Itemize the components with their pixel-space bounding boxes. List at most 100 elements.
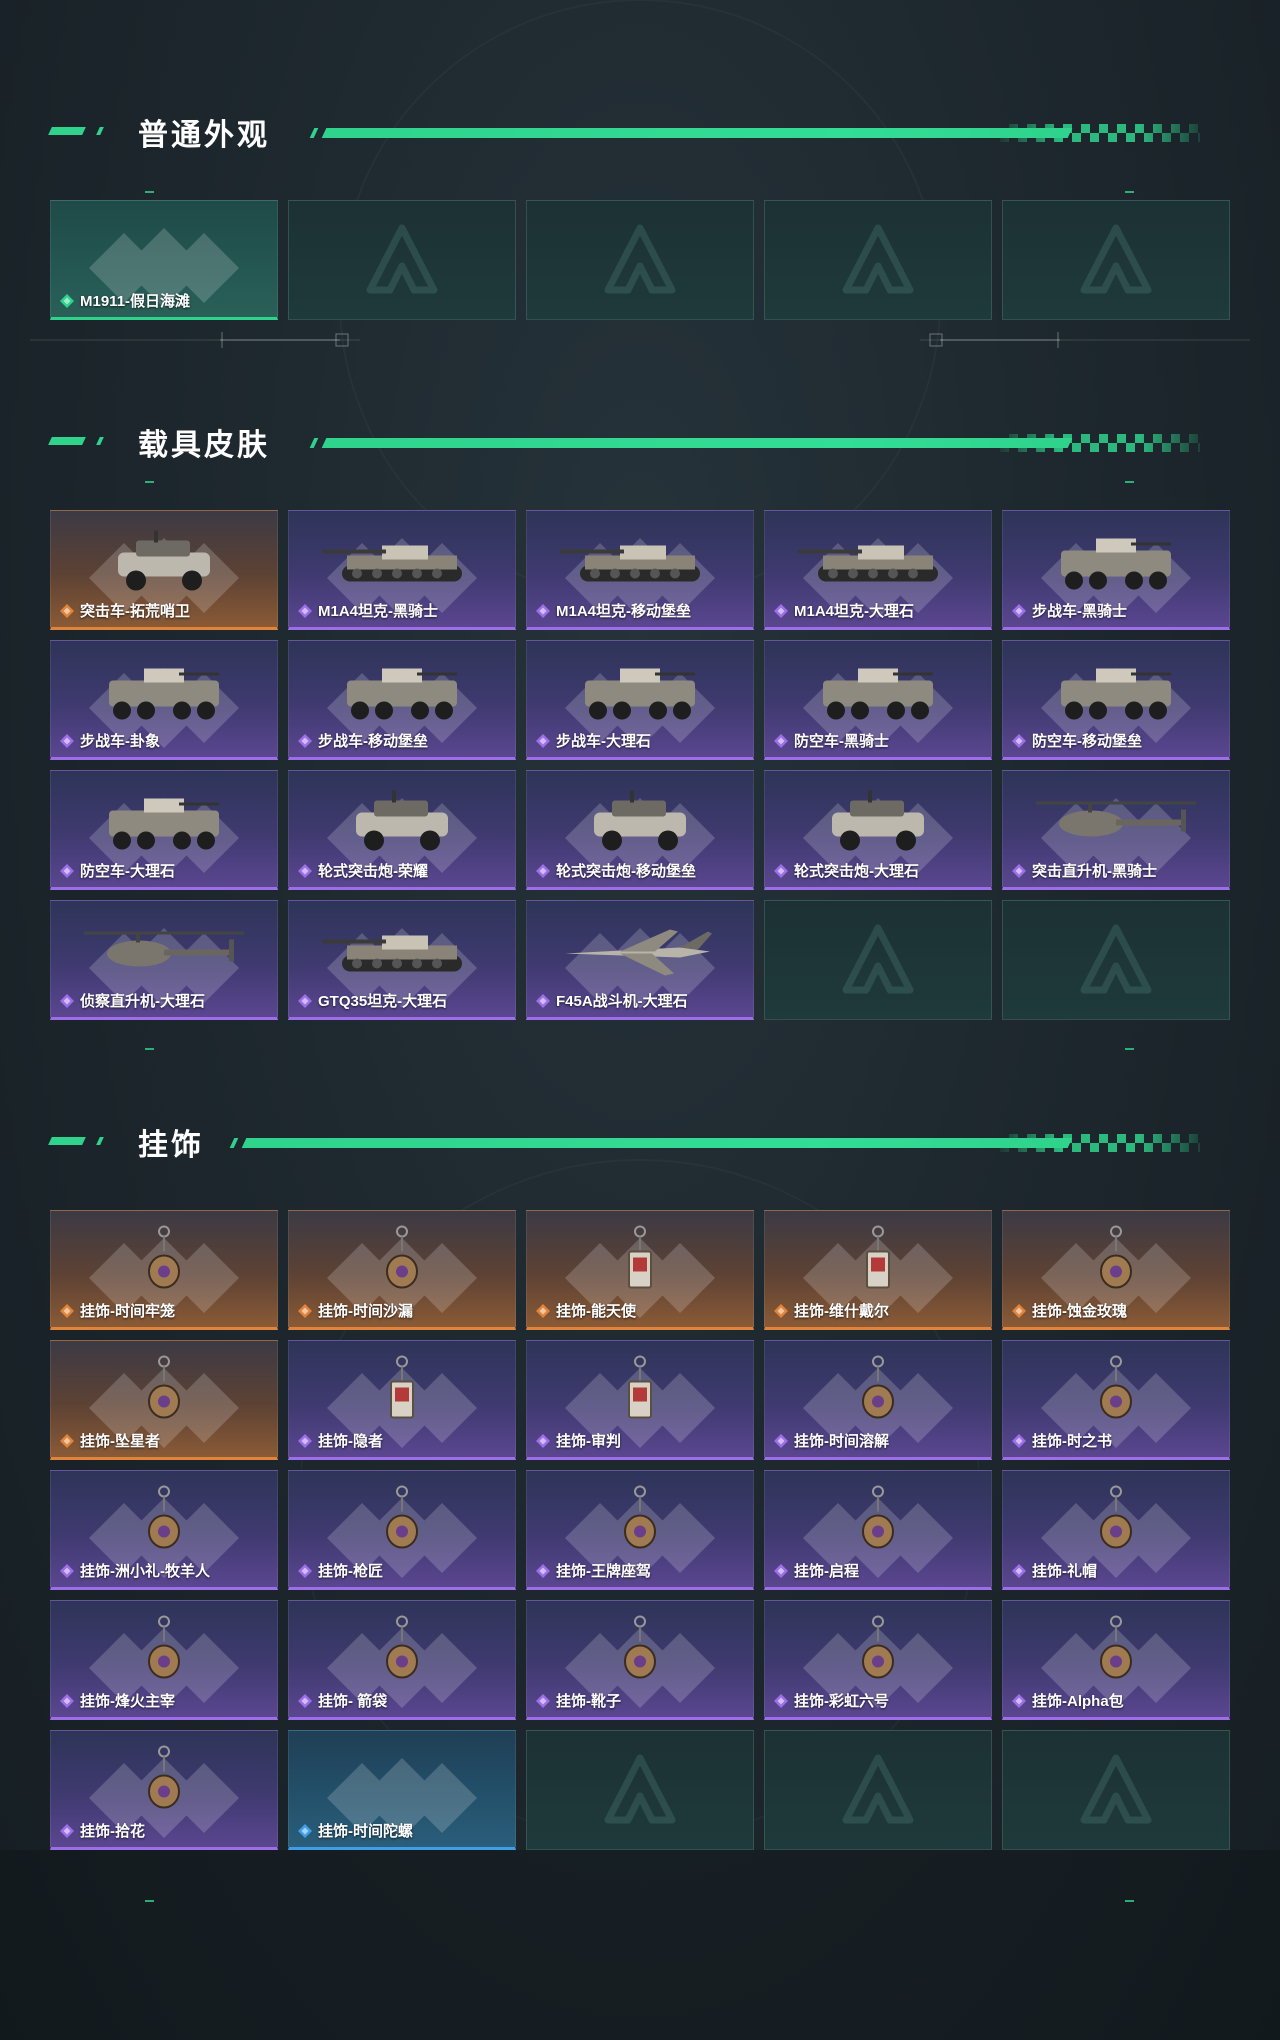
item-card[interactable]: F45A战斗机-大理石 [526,900,754,1020]
item-name: 防空车-黑骑士 [794,733,889,750]
header-checker-pattern [1000,434,1200,452]
item-card[interactable]: M1A4坦克-大理石 [764,510,992,630]
item-card[interactable]: 挂饰-时间溶解 [764,1340,992,1460]
item-label-row: 挂饰-烽火主宰 [59,1690,175,1711]
item-image [798,532,958,597]
item-card[interactable]: 挂饰-时之书 [1002,1340,1230,1460]
item-card[interactable]: 挂饰-枪匠 [288,1470,516,1590]
rarity-icon [298,733,312,748]
item-name: 步战车-黑骑士 [1032,603,1127,620]
deco-dash [145,191,154,193]
item-card[interactable]: 挂饰-审判 [526,1340,754,1460]
rarity-icon [774,1303,788,1318]
item-card[interactable]: GTQ35坦克-大理石 [288,900,516,1020]
placeholder-logo-icon [842,224,914,294]
deco-dash [1125,191,1134,193]
item-card[interactable]: 挂饰-洲小礼-牧羊人 [50,1470,278,1590]
item-label-row: 挂饰-时间牢笼 [59,1300,175,1321]
rarity-icon [1012,1693,1026,1708]
item-card[interactable]: 挂饰- 箭袋 [288,1600,516,1720]
item-card[interactable]: 挂饰-礼帽 [1002,1470,1230,1590]
item-image [94,657,234,732]
item-image [1046,657,1186,732]
item-card[interactable]: 轮式突击炮-大理石 [764,770,992,890]
item-label-row: F45A战斗机-大理石 [535,990,688,1011]
item-card[interactable]: 侦察直升机-大理石 [50,900,278,1020]
rarity-icon [1012,1563,1026,1578]
item-image [609,1224,671,1305]
item-label-row: 挂饰-礼帽 [1011,1560,1097,1581]
item-name: 挂饰-坠星者 [80,1433,160,1450]
item-card[interactable]: 挂饰-王牌座驾 [526,1470,754,1590]
rarity-icon [536,603,550,618]
header-checker-pattern [1000,1134,1200,1152]
item-name: 挂饰-隐者 [318,1433,383,1450]
header-bar [321,438,1073,448]
header-bar [241,1138,1073,1148]
item-card[interactable]: 挂饰-能天使 [526,1210,754,1330]
item-card[interactable]: 突击直升机-黑骑士 [1002,770,1230,890]
item-label-row: M1911-假日海滩 [59,290,190,311]
item-card[interactable]: M1A4坦克-移动堡垒 [526,510,754,630]
rarity-icon [536,993,550,1008]
item-name: M1A4坦克-大理石 [794,603,915,620]
item-name: 挂饰-时间溶解 [794,1433,889,1450]
item-card[interactable]: 挂饰-Alpha包 [1002,1600,1230,1720]
rarity-icon [298,1433,312,1448]
item-card[interactable]: 步战车-卦象 [50,640,278,760]
item-card[interactable]: 步战车-黑骑士 [1002,510,1230,630]
header-accent [309,128,319,138]
item-card[interactable]: 挂饰-彩虹六号 [764,1600,992,1720]
header-accent [96,1137,104,1145]
item-card[interactable]: 防空车-大理石 [50,770,278,890]
item-card[interactable]: 挂饰-蚀金玫瑰 [1002,1210,1230,1330]
item-card[interactable]: 防空车-移动堡垒 [1002,640,1230,760]
item-image [371,1484,433,1565]
item-label-row: 防空车-移动堡垒 [1011,730,1142,751]
rarity-icon [536,863,550,878]
empty-item-slot [764,200,992,320]
item-card[interactable]: 挂饰-隐者 [288,1340,516,1460]
item-card[interactable]: 挂饰-坠星者 [50,1340,278,1460]
header-accent [48,1137,86,1145]
header-bar [321,128,1073,138]
item-card[interactable]: 挂饰-靴子 [526,1600,754,1720]
item-label-row: 挂饰-维什戴尔 [773,1300,889,1321]
item-card[interactable]: M1911-假日海滩 [50,200,278,320]
item-image [342,787,462,862]
item-name: 挂饰-枪匠 [318,1563,383,1580]
item-card[interactable]: 挂饰-时间沙漏 [288,1210,516,1330]
item-card[interactable]: 挂饰-启程 [764,1470,992,1590]
item-image [133,1744,195,1825]
placeholder-logo-icon [604,1754,676,1824]
placeholder-logo-icon [604,224,676,294]
item-name: 挂饰-时间牢笼 [80,1303,175,1320]
rarity-icon [536,1433,550,1448]
item-card[interactable]: M1A4坦克-黑骑士 [288,510,516,630]
item-name: 挂饰-拾花 [80,1823,145,1840]
item-name: 轮式突击炮-大理石 [794,863,919,880]
item-card[interactable]: 挂饰-时间陀螺 [288,1730,516,1850]
empty-item-slot [526,1730,754,1850]
item-image [104,527,224,602]
item-name: 挂饰-礼帽 [1032,1563,1097,1580]
item-card[interactable]: 轮式突击炮-移动堡垒 [526,770,754,890]
item-card[interactable]: 轮式突击炮-荣耀 [288,770,516,890]
item-label-row: 突击直升机-黑骑士 [1011,860,1157,881]
item-card[interactable]: 防空车-黑骑士 [764,640,992,760]
item-card[interactable]: 挂饰-时间牢笼 [50,1210,278,1330]
item-card[interactable]: 挂饰-维什戴尔 [764,1210,992,1330]
item-card[interactable]: 挂饰-拾花 [50,1730,278,1850]
item-card[interactable]: 步战车-大理石 [526,640,754,760]
item-image [322,922,482,987]
item-card[interactable]: 步战车-移动堡垒 [288,640,516,760]
item-label-row: 挂饰- 箭袋 [297,1690,387,1711]
empty-item-slot [1002,200,1230,320]
rarity-icon [1012,733,1026,748]
item-card[interactable]: 挂饰-烽火主宰 [50,1600,278,1720]
item-image [94,787,234,862]
empty-item-slot [288,200,516,320]
item-image [1036,792,1196,857]
item-card[interactable]: 突击车-拓荒哨卫 [50,510,278,630]
item-label-row: 挂饰-王牌座驾 [535,1560,651,1581]
